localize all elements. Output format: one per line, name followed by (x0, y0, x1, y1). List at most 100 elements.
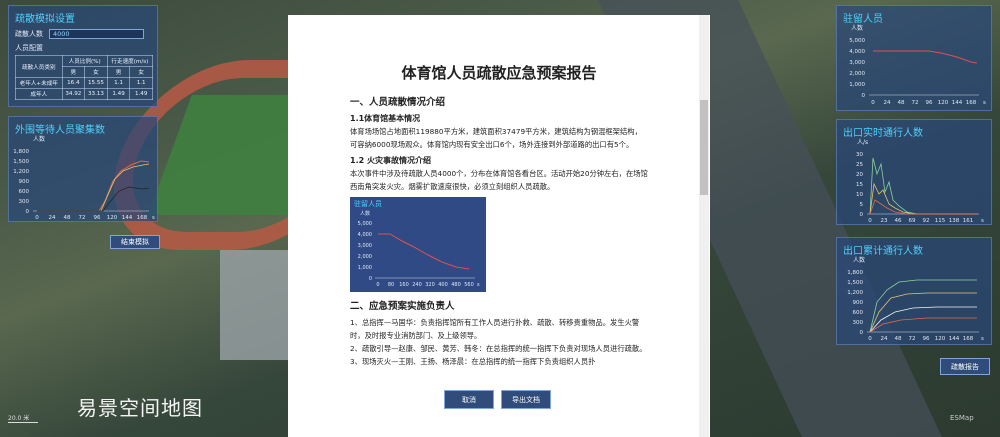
y-tick: 15 (856, 182, 863, 188)
y-axis-label: 人数 (33, 135, 45, 143)
y-tick: 3,000 (849, 60, 865, 66)
series-line (869, 306, 977, 333)
report-scrollbar[interactable] (699, 15, 709, 437)
x-tick: 96 (923, 336, 930, 342)
y-tick: 10 (856, 192, 863, 198)
map-scale: 20.0 米 (8, 413, 38, 423)
x-tick: 69 (909, 218, 916, 224)
exit-cumulative-chart-panel: 出口累计通行人数 人数 1,800 1,500 1,200 900 600 30… (836, 237, 992, 345)
x-tick: 96 (926, 100, 933, 106)
x-tick: 24 (49, 215, 56, 221)
table-cell[interactable]: 16.4 (61, 77, 86, 89)
x-tick: 23 (881, 218, 888, 224)
paragraph: 本次事件中涉及待疏散人员4000个，分布在体育馆各看台区。活动开始20分钟左右，… (350, 169, 648, 191)
table-cell[interactable]: 1.1 (106, 77, 131, 89)
y-tick: 5,000 (358, 221, 372, 227)
evacuation-settings-panel: 疏散模拟设置 疏散人数 4000 人员配置 疏散人员类别 人员比例(%) 行走速… (8, 5, 158, 107)
subsection-heading: 1.1体育馆基本情况 (350, 114, 421, 123)
x-tick: 144 (952, 100, 963, 106)
y-tick: 0 (862, 93, 866, 99)
scrollbar-thumb[interactable] (700, 100, 708, 195)
x-tick: 480 (451, 282, 461, 288)
x-tick: 240 (412, 282, 422, 288)
x-tick: 0 (868, 336, 872, 342)
y-tick: 20 (856, 172, 863, 178)
subsection-heading: 1.2 火灾事故情况介绍 (350, 156, 431, 165)
table-cell[interactable]: 33.13 (84, 88, 108, 100)
table-row: 老年人+未成年 16.4 15.55 1.1 1.1 (15, 77, 153, 89)
y-tick: 600 (19, 189, 30, 195)
x-tick: 320 (425, 282, 435, 288)
y-tick: 300 (853, 320, 864, 326)
y-tick: 1,200 (847, 290, 863, 296)
header-cell: 人员比例(%) (61, 55, 108, 67)
x-tick: 115 (935, 218, 946, 224)
x-tick: 0 (35, 215, 39, 221)
x-tick: 48 (64, 215, 71, 221)
esmap-logo: ESMap (950, 414, 974, 422)
x-ticks: 0 24 48 72 96 120 144 168 s (35, 215, 155, 221)
sub-header: 女 (129, 66, 153, 78)
report-document[interactable]: 体育馆人员疏散应急预案报告 一、人员疏散情况介绍 1.1体育馆基本情况 体育场场… (288, 64, 710, 368)
y-axis-label: 人/s (857, 139, 868, 146)
people-config-table: 疏散人员类别 人员比例(%) 行走速度(m/s) 男 女 男 女 老年人+未成年… (15, 55, 154, 100)
x-tick: 24 (884, 100, 891, 106)
y-tick: 0 (860, 212, 864, 218)
x-tick: 48 (895, 336, 902, 342)
evacuation-report-button[interactable]: 疏散报告 (940, 358, 990, 375)
cancel-button[interactable]: 取消 (444, 390, 494, 409)
x-tick: 92 (923, 218, 930, 224)
table-row: 成年人 34.92 33.13 1.49 1.49 (15, 88, 153, 100)
table-cell[interactable]: 1.49 (106, 88, 131, 100)
x-tick: 168 (137, 215, 148, 221)
y-tick: 1,000 (358, 265, 372, 271)
paragraph: 2、疏散引导—赵康、邹民、黄芳、韩冬：在总指挥的统一指挥下负责对现场人员进行疏散… (350, 344, 647, 353)
x-unit: s (981, 218, 984, 224)
exit-realtime-chart: 人/s 30 25 20 15 10 5 0 0 23 46 69 92 115… (856, 139, 984, 224)
x-unit: s (477, 282, 480, 288)
count-input[interactable]: 4000 (49, 29, 144, 39)
y-tick: 2,000 (849, 71, 865, 77)
x-tick: 96 (94, 215, 101, 221)
x-tick: 0 (376, 282, 379, 288)
y-tick: 5,000 (849, 38, 865, 44)
x-tick: 120 (938, 100, 949, 106)
x-tick: 144 (949, 336, 960, 342)
report-dialog: 体育馆人员疏散应急预案报告 一、人员疏散情况介绍 1.1体育馆基本情况 体育场场… (288, 15, 710, 437)
y-ticks: 1,800 1,500 1,200 900 600 300 0 (13, 149, 29, 215)
report-title: 体育馆人员疏散应急预案报告 (401, 64, 597, 82)
series-line (37, 186, 150, 212)
x-tick: 160 (399, 282, 409, 288)
y-tick: 1,800 (13, 149, 29, 155)
table-cell[interactable]: 15.55 (84, 77, 108, 89)
x-tick: 144 (122, 215, 133, 221)
exit-realtime-chart-panel: 出口实时通行人数 人/s 30 25 20 15 10 5 0 0 23 46 … (836, 119, 992, 225)
x-tick: 24 (881, 336, 888, 342)
y-axis-label: 人数 (853, 256, 865, 264)
y-axis-label: 人数 (851, 24, 863, 32)
x-tick: 400 (438, 282, 448, 288)
end-simulation-button[interactable]: 结束模拟 (110, 235, 160, 249)
y-tick: 30 (856, 152, 863, 158)
series-line (869, 199, 977, 215)
export-document-button[interactable]: 导出文档 (501, 390, 551, 409)
series-line (869, 317, 977, 333)
exit-cumulative-chart: 人数 1,800 1,500 1,200 900 600 300 0 0 24 … (847, 256, 984, 342)
y-tick: 1,800 (847, 270, 863, 276)
x-tick: 120 (935, 336, 946, 342)
section-heading: 二、应急预案实施负责人 (350, 301, 455, 312)
people-config-label: 人员配置 (15, 44, 43, 52)
series-line (37, 160, 150, 212)
table-cell[interactable]: 34.92 (61, 88, 86, 100)
table-cell[interactable]: 1.1 (129, 77, 153, 89)
resident-chart-panel: 驻留人员 人数 5,000 4,000 3,000 2,000 1,000 0 … (836, 5, 992, 111)
x-tick: 46 (895, 218, 902, 224)
x-tick: 138 (949, 218, 960, 224)
brand-watermark: 易景空间地图 (77, 396, 203, 420)
series-line (869, 157, 977, 215)
y-tick: 1,500 (847, 280, 863, 286)
y-tick: 1,500 (13, 159, 29, 165)
series-line (869, 292, 977, 333)
table-cell[interactable]: 1.49 (129, 88, 153, 100)
x-tick: 168 (963, 336, 974, 342)
